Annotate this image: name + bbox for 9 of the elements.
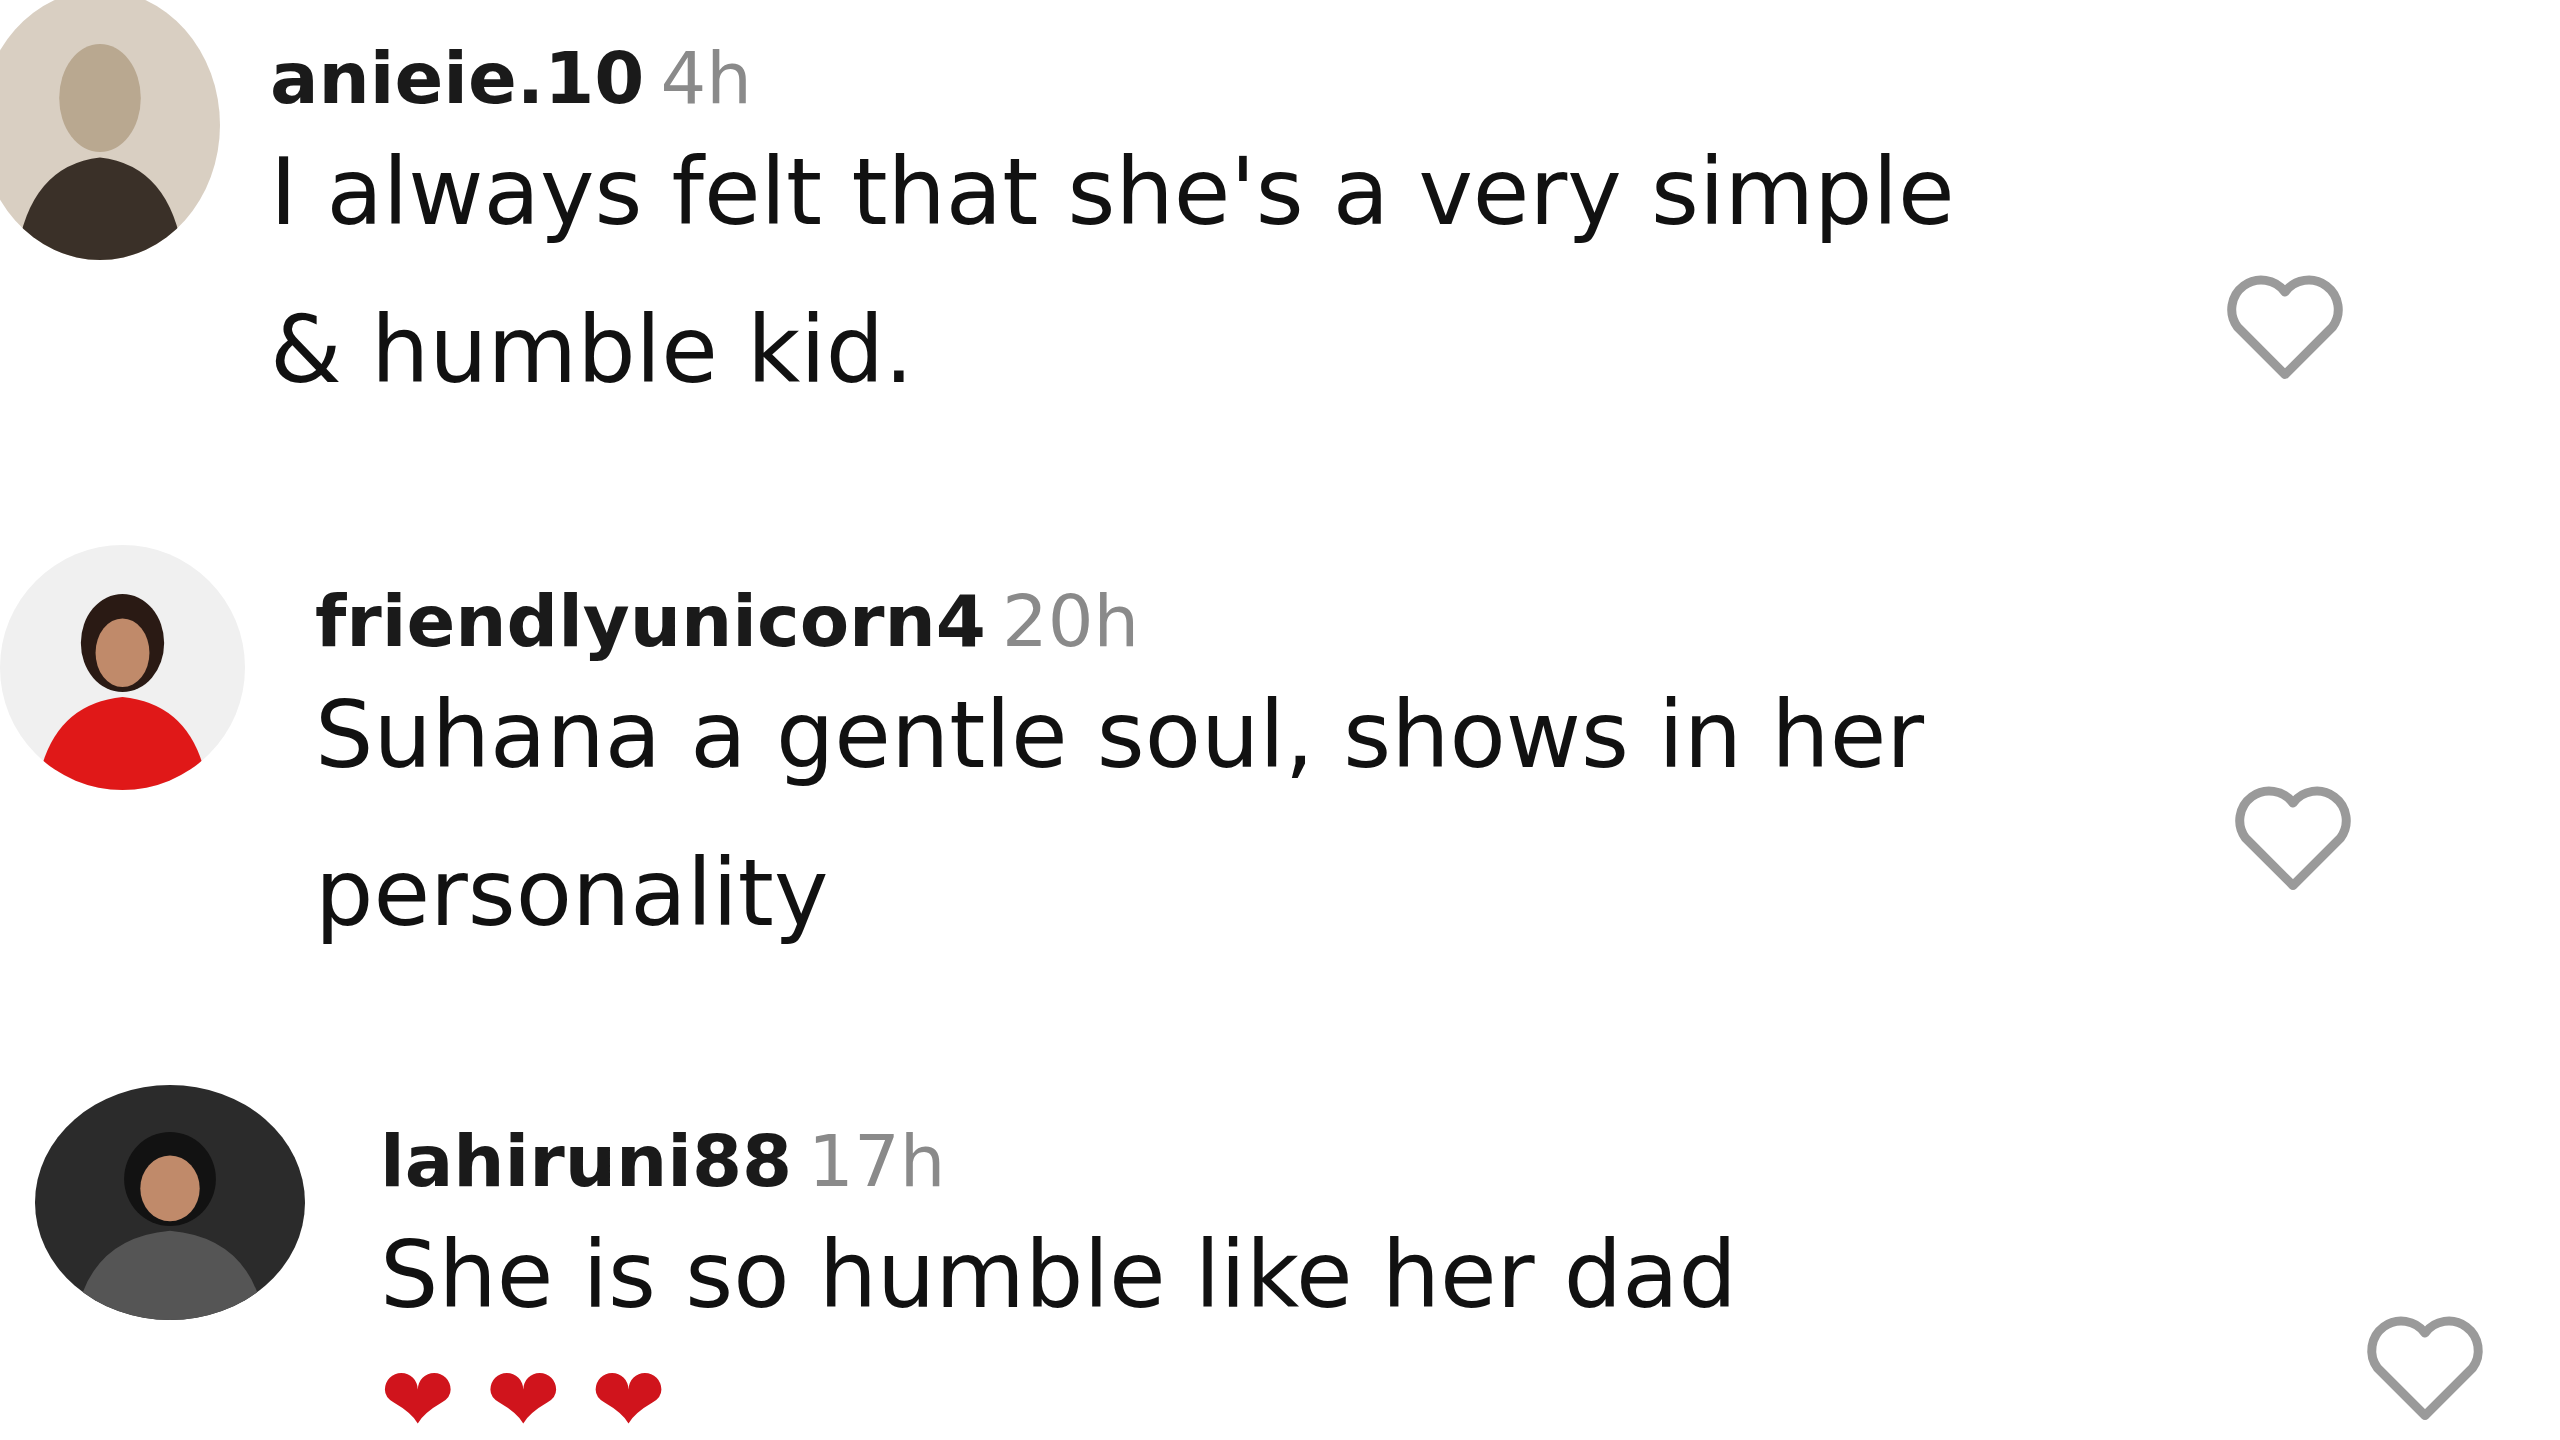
emoji-text: ❤❤❤ — [380, 1355, 698, 1440]
username[interactable]: lahiruni88 — [380, 1125, 793, 1197]
timestamp: 17h — [808, 1125, 946, 1197]
timestamp: 20h — [1001, 585, 1140, 657]
comment-text: Suhana a gentle soul, shows in her personality — [315, 681, 1926, 950]
comment-text: I always felt that she's a very simple & humble kid. — [270, 138, 1956, 407]
comment-text: She is so humble like her dad — [380, 1221, 1738, 1331]
timestamp: 4h — [660, 42, 752, 114]
username[interactable]: anieie.10 — [270, 42, 645, 114]
